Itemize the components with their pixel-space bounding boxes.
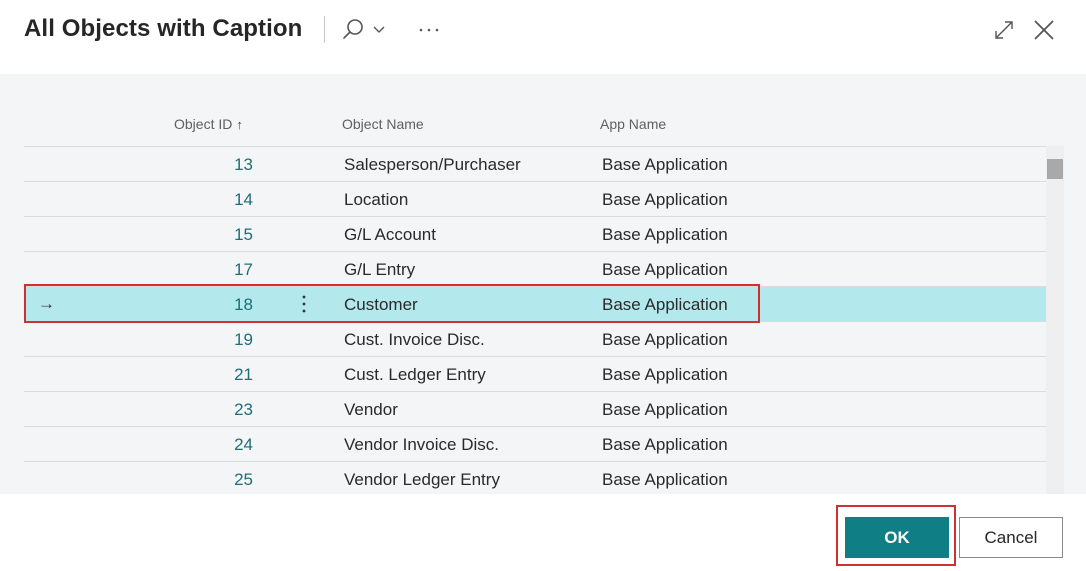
cell-object-name: G/L Entry (344, 260, 416, 279)
cell-object-name: Vendor (344, 400, 398, 419)
table-row-selected[interactable]: → 18 Customer Base Application (24, 286, 1046, 321)
table-row[interactable]: 24 Vendor Invoice Disc. Base Application (24, 426, 1046, 461)
cell-object-id[interactable]: 14 (234, 190, 253, 210)
current-row-arrow-icon: → (38, 294, 55, 313)
vertical-ellipsis-icon (302, 295, 306, 313)
close-button[interactable] (1028, 14, 1060, 46)
table-row[interactable]: 23 Vendor Base Application (24, 391, 1046, 426)
close-icon (1034, 20, 1054, 40)
header-divider (324, 16, 325, 43)
cell-app-name: Base Application (602, 435, 728, 454)
cell-app-name: Base Application (602, 260, 728, 279)
cell-app-name: Base Application (602, 400, 728, 419)
cancel-button[interactable]: Cancel (959, 517, 1063, 558)
search-icon (343, 19, 385, 39)
cell-object-id[interactable]: 25 (234, 470, 253, 490)
cell-object-name: Cust. Invoice Disc. (344, 330, 485, 349)
cell-object-name: Cust. Ledger Entry (344, 365, 486, 384)
table-row[interactable]: 21 Cust. Ledger Entry Base Application (24, 356, 1046, 391)
scrollbar-thumb[interactable] (1047, 159, 1063, 179)
cell-object-name: Vendor Invoice Disc. (344, 435, 499, 454)
sort-ascending-icon: ↑ (236, 117, 243, 132)
more-options-icon (419, 28, 439, 32)
cell-app-name: Base Application (602, 155, 728, 174)
cell-app-name: Base Application (602, 225, 728, 244)
ok-button[interactable]: OK (845, 517, 949, 558)
search-button[interactable] (336, 14, 394, 46)
cell-object-name: G/L Account (344, 225, 436, 244)
objects-list: Object ID ↑ Object Name App Name 13 Sales… (0, 74, 1086, 494)
cell-object-id[interactable]: 18 (234, 295, 253, 315)
table-row[interactable]: 15 G/L Account Base Application (24, 216, 1046, 251)
dialog-header: All Objects with Caption (0, 0, 1086, 74)
cell-app-name: Base Application (602, 190, 728, 209)
table-row[interactable]: 25 Vendor Ledger Entry Base Application (24, 461, 1046, 494)
expand-icon (995, 21, 1013, 39)
table-row[interactable]: 19 Cust. Invoice Disc. Base Application (24, 321, 1046, 356)
more-options-button[interactable] (412, 14, 446, 46)
cell-object-id[interactable]: 17 (234, 260, 253, 280)
column-header-object-id[interactable]: Object ID ↑ (174, 116, 243, 132)
row-actions-button[interactable] (294, 293, 314, 315)
cell-app-name: Base Application (602, 295, 728, 314)
cell-object-id[interactable]: 24 (234, 435, 253, 455)
cell-app-name: Base Application (602, 330, 728, 349)
table-body: 13 Salesperson/Purchaser Base Applicatio… (24, 146, 1046, 494)
cell-object-id[interactable]: 23 (234, 400, 253, 420)
cell-object-name: Vendor Ledger Entry (344, 470, 500, 489)
cell-app-name: Base Application (602, 365, 728, 384)
expand-button[interactable] (988, 14, 1020, 46)
cell-app-name: Base Application (602, 470, 728, 489)
vertical-scrollbar[interactable] (1046, 146, 1064, 494)
dialog-title: All Objects with Caption (24, 15, 303, 42)
column-header-object-name[interactable]: Object Name (342, 116, 424, 132)
column-header-app-name[interactable]: App Name (600, 116, 666, 132)
cell-object-id[interactable]: 19 (234, 330, 253, 350)
table-row[interactable]: 13 Salesperson/Purchaser Base Applicatio… (24, 146, 1046, 181)
table-row[interactable]: 14 Location Base Application (24, 181, 1046, 216)
cell-object-id[interactable]: 21 (234, 365, 253, 385)
cell-object-id[interactable]: 15 (234, 225, 253, 245)
cell-object-name: Location (344, 190, 409, 209)
table-row[interactable]: 17 G/L Entry Base Application (24, 251, 1046, 286)
cell-object-name: Salesperson/Purchaser (344, 155, 521, 174)
cell-object-name: Customer (344, 295, 418, 314)
column-header-object-id-label: Object ID (174, 116, 233, 132)
cell-object-id[interactable]: 13 (234, 155, 253, 175)
